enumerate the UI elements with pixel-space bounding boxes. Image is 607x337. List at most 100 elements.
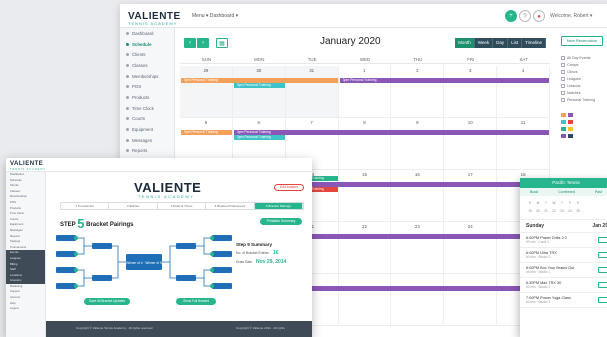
day-cell[interactable]: 11 <box>497 118 550 170</box>
tab-book[interactable]: Book <box>530 188 538 196</box>
step-pairings[interactable]: 5 Bracket Pairings <box>254 203 304 209</box>
sidebar-item-8[interactable]: Courts <box>120 114 174 125</box>
entry-slot[interactable] <box>92 275 112 281</box>
book-button[interactable] <box>598 237 607 243</box>
save-bracket-button[interactable]: Save All Bracket Updates <box>84 298 130 305</box>
view-day-button[interactable]: Day <box>493 38 509 48</box>
class-list-item[interactable]: 6:00PM Ultra TRX 60 min · Studio 2 <box>520 248 607 263</box>
book-button[interactable] <box>598 282 607 288</box>
entry-slot[interactable] <box>56 235 76 241</box>
day-cell[interactable]: 29 <box>180 66 233 118</box>
class-list-item[interactable]: 6:00PM Power Drills 2.0 90 min · Court 1 <box>520 233 607 248</box>
day-cell[interactable]: 2 <box>391 66 445 118</box>
day-cell[interactable]: 17 <box>444 170 498 222</box>
help-icon[interactable]: ? <box>519 10 531 22</box>
view-month-button[interactable]: Month <box>455 38 475 48</box>
bracket-logo[interactable]: VALIENTE <box>10 161 43 167</box>
day-cell[interactable] <box>338 274 392 326</box>
filter-row[interactable]: Clinics <box>561 68 603 75</box>
user-menu[interactable]: Welcome, Robert ▾ <box>550 13 592 19</box>
book-button[interactable] <box>598 297 607 303</box>
entry-slot[interactable] <box>212 235 232 241</box>
sidebar-item-9[interactable]: Equipment <box>120 124 174 135</box>
entry-slot[interactable] <box>56 283 76 289</box>
filter-row[interactable]: Matches <box>561 89 603 96</box>
day-cell[interactable]: 1 <box>338 66 392 118</box>
day-cell[interactable]: 10 <box>444 118 498 170</box>
next-month-button[interactable]: › <box>197 38 209 48</box>
checkbox[interactable] <box>561 83 565 88</box>
printable-summary-button[interactable]: Printable Summary <box>260 218 302 225</box>
sidebar-item-1[interactable]: Schedule <box>120 39 174 50</box>
sidebar-item-7[interactable]: Time Clock <box>120 103 174 114</box>
day-cell[interactable]: 9 <box>391 118 445 170</box>
sidebar-item-2[interactable]: Clients <box>120 49 174 60</box>
calendar-event[interactable]: 3pm Personal Training <box>233 135 285 140</box>
day-cell[interactable] <box>391 274 445 326</box>
step-draw-times[interactable]: 3 Draw & Times <box>158 203 207 209</box>
sidebar-item-10[interactable]: Messages <box>120 135 174 146</box>
notification-icon[interactable]: ● <box>533 10 545 22</box>
book-button[interactable] <box>598 252 607 258</box>
entry-slot[interactable] <box>212 267 232 273</box>
checkbox[interactable] <box>561 69 565 74</box>
day-cell[interactable]: 3 <box>444 66 498 118</box>
day-cell[interactable]: 15 <box>338 170 392 222</box>
day-cell[interactable]: 22 <box>338 222 392 274</box>
calendar-event[interactable]: 3pm Personal Training <box>233 83 285 88</box>
view-timeline-button[interactable]: Timeline <box>522 38 546 48</box>
tab-past[interactable]: Past <box>595 188 602 196</box>
entry-slot[interactable] <box>56 267 76 273</box>
class-list-item[interactable]: 7:00PM Power Yoga Class 60 min · Studio 1 <box>520 293 607 308</box>
day-cell[interactable]: 16 <box>391 170 445 222</box>
sidebar-item-5[interactable]: POS <box>120 81 174 92</box>
mini-day[interactable]: 21 <box>542 209 550 213</box>
view-list-button[interactable]: List <box>508 38 523 48</box>
mini-day[interactable]: 25 <box>574 209 582 213</box>
day-cell[interactable]: 4 <box>497 66 550 118</box>
new-reservation-button[interactable]: New Reservation <box>561 36 603 46</box>
sidebar-item-6[interactable]: Products <box>120 92 174 103</box>
step-preferences[interactable]: 4 Bracket Preferences <box>206 203 255 209</box>
book-button[interactable] <box>598 267 607 273</box>
calendar-event[interactable]: 3pm Personal Training <box>181 130 232 135</box>
view-week-button[interactable]: Week <box>474 38 494 48</box>
mini-day[interactable]: 24 <box>566 209 574 213</box>
filter-row[interactable]: All Day Events <box>561 54 603 61</box>
entry-slot[interactable] <box>176 243 196 249</box>
sidebar-item-4[interactable]: Memberships <box>120 71 174 82</box>
filter-row[interactable]: Leagues <box>561 75 603 82</box>
edit-bracket-button[interactable]: Edit bracket <box>274 184 304 191</box>
day-cell[interactable]: 31 <box>285 66 339 118</box>
step-tournament[interactable]: 1 Tournament <box>61 203 110 209</box>
mini-day[interactable]: 20 <box>534 209 542 213</box>
entry-slot[interactable] <box>56 251 76 257</box>
entry-slot[interactable] <box>212 283 232 289</box>
full-bracket-button[interactable]: Show Full Bracket <box>176 298 216 305</box>
sidebar-item-0[interactable]: Dashboard <box>120 28 174 39</box>
class-list-item[interactable]: 6:00PM Box Your Brains Out 45 min · Studi… <box>520 263 607 278</box>
mini-day[interactable]: 22 <box>550 209 558 213</box>
prev-month-button[interactable]: ‹ <box>184 38 196 48</box>
calendar-event[interactable]: 3pm Personal Training <box>339 78 549 83</box>
day-cell[interactable] <box>444 274 498 326</box>
sidebar-item[interactable]: Logout <box>6 306 45 312</box>
day-cell[interactable]: 8 <box>338 118 392 170</box>
checkbox[interactable] <box>561 76 565 81</box>
day-cell[interactable]: 24 <box>444 222 498 274</box>
calendar-event[interactable]: 3pm Personal Training <box>233 130 549 135</box>
entry-slot[interactable] <box>212 251 232 257</box>
mini-day[interactable]: 19 <box>526 209 534 213</box>
sidebar-item-3[interactable]: Classes <box>120 60 174 71</box>
mini-day[interactable]: 23 <box>558 209 566 213</box>
checkbox[interactable] <box>561 97 565 102</box>
checkbox[interactable] <box>561 90 565 95</box>
checkbox[interactable] <box>561 62 565 67</box>
checkbox[interactable] <box>561 55 565 60</box>
sidebar-item-11[interactable]: Reports <box>120 146 174 157</box>
day-cell[interactable]: 30 <box>232 66 286 118</box>
entry-slot[interactable] <box>176 275 196 281</box>
calendar-icon[interactable]: ▦ <box>216 38 228 48</box>
filter-row[interactable]: Personal Training <box>561 96 603 103</box>
filter-row[interactable]: Lessons <box>561 82 603 89</box>
